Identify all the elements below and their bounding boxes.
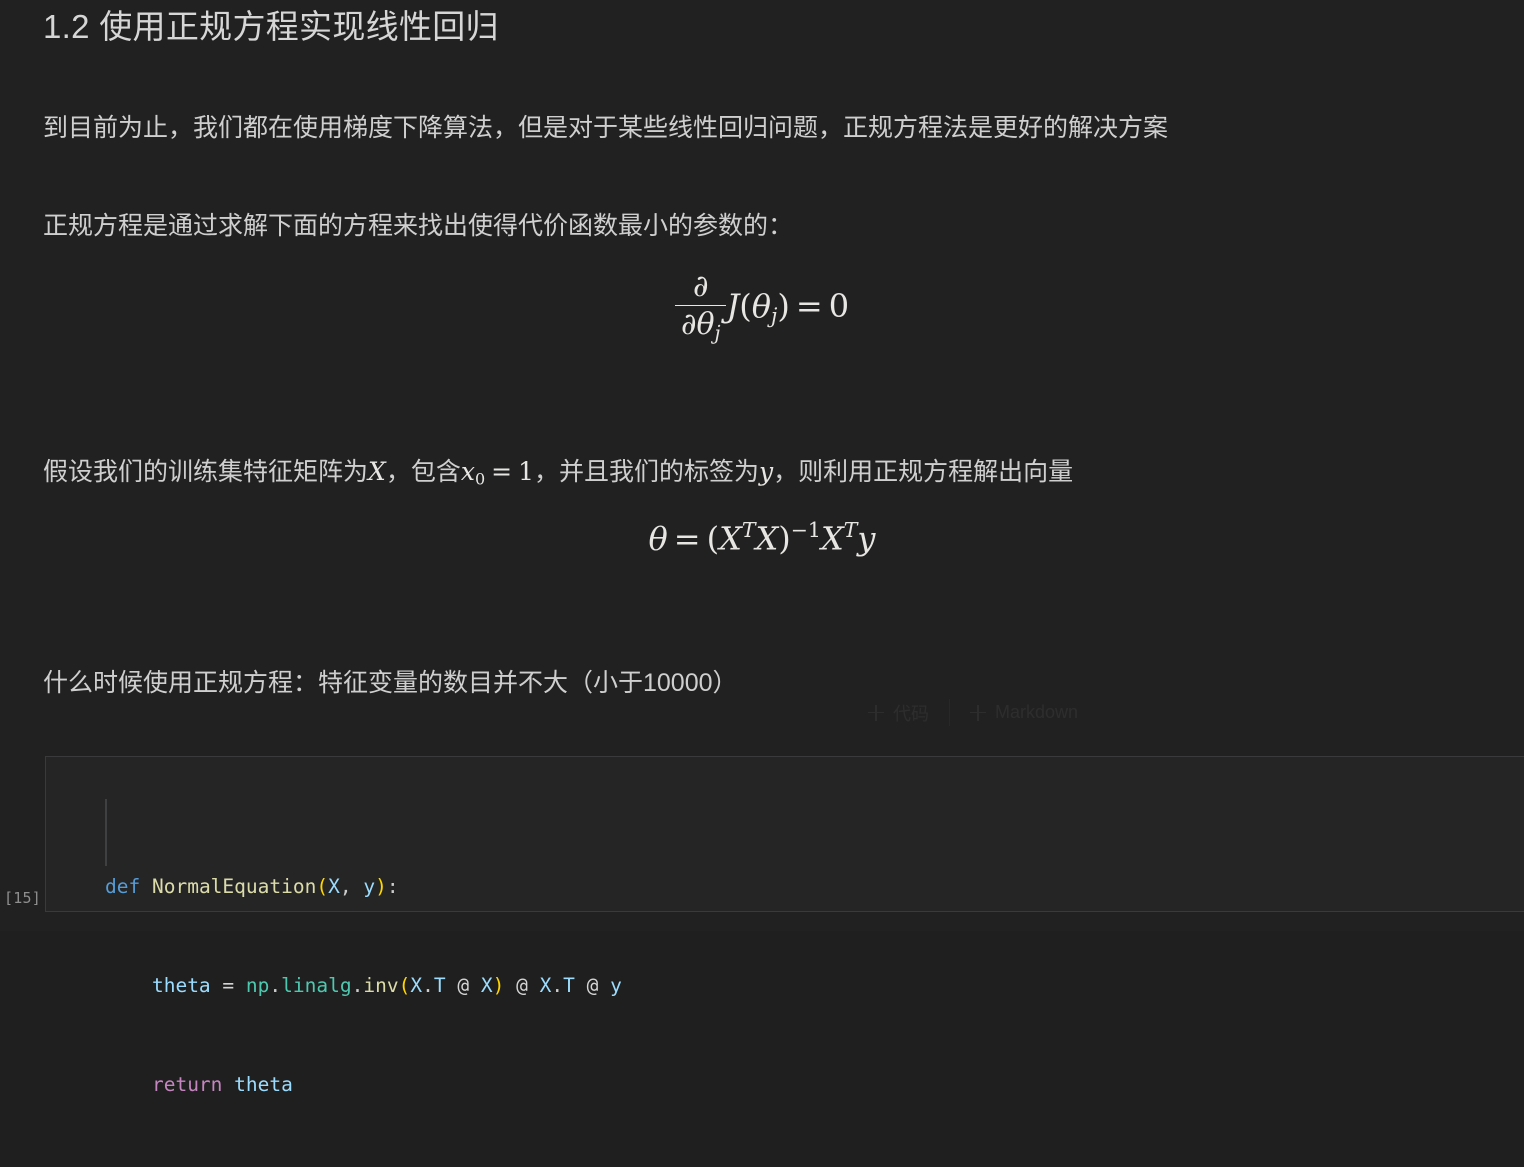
transpose-superscript-second: T — [843, 518, 858, 542]
code-line[interactable]: return theta — [46, 1068, 1524, 1101]
plus-icon — [868, 704, 884, 721]
paragraph-intro: 到目前为止，我们都在使用梯度下降算法，但是对于某些线性回归问题，正规方程法是更好… — [43, 114, 1169, 142]
code-token: X — [410, 974, 423, 997]
code-token: return — [151, 1073, 223, 1096]
add-markdown-cell-button[interactable]: Markdown — [949, 699, 1098, 726]
code-token: ) — [492, 974, 505, 997]
code-token: T — [563, 974, 575, 997]
execution-count-label: [15] — [4, 889, 41, 907]
code-line[interactable]: def NormalEquation(X, y): — [46, 870, 1524, 903]
code-token: X — [480, 974, 493, 997]
code-token: NormalEquation — [151, 875, 317, 898]
open-paren: ( — [739, 286, 752, 325]
text-segment-1: 假设我们的训练集特征矩阵为 — [43, 458, 369, 486]
paragraph-normal-equation-def: 正规方程是通过求解下面的方程来找出使得代价函数最小的参数的： — [43, 212, 794, 240]
notebook-document: 1.2 使用正规方程实现线性回归 到目前为止，我们都在使用梯度下降算法，但是对于… — [0, 0, 1524, 1096]
add-code-cell-label: 代码 — [893, 703, 929, 724]
code-token: y — [363, 875, 376, 898]
add-code-cell-button[interactable]: 代码 — [848, 699, 949, 726]
equation-rhs-zero: 0 — [828, 286, 850, 325]
code-line[interactable]: theta = np.linalg.inv(X.T @ X) @ X.T @ y — [46, 969, 1524, 1002]
code-token: def — [105, 875, 141, 898]
code-token: . — [551, 974, 564, 997]
code-token: ) — [375, 875, 387, 898]
text-segment-4: ，则利用正规方程解出向量 — [773, 458, 1074, 486]
code-token: X — [328, 875, 340, 898]
code-token: . — [351, 974, 364, 997]
theta-symbol: θ — [648, 519, 668, 558]
function-symbol-J: J — [726, 286, 740, 325]
open-paren: ( — [706, 519, 720, 558]
code-token: ( — [316, 875, 329, 898]
inline-math-x0-equals-1: x0 = 1 — [460, 457, 534, 489]
page-title: 1.2 使用正规方程实现线性回归 — [43, 8, 499, 45]
matrix-X-second: X — [755, 519, 779, 558]
inline-math-y: y — [759, 457, 774, 486]
code-token: T — [433, 974, 446, 997]
add-markdown-cell-label: Markdown — [995, 702, 1079, 722]
matrix-X-first: X — [719, 519, 742, 558]
inline-math-X: X — [368, 457, 386, 486]
code-token: . — [422, 974, 434, 997]
code-token: @ — [457, 974, 470, 997]
code-token: linalg — [281, 974, 352, 997]
indent-guide — [105, 799, 107, 866]
code-cell[interactable]: def NormalEquation(X, y): theta = np.lin… — [45, 756, 1524, 1096]
close-paren: ) — [777, 286, 790, 325]
equation-normal-equation: θ = (XTX)−1XTy — [0, 518, 1524, 558]
equation-partial-derivative: ∂ ∂θj J(θ j) = 0 — [0, 269, 1524, 345]
code-token: np — [245, 974, 270, 997]
x-symbol: x — [460, 457, 475, 486]
code-token: ( — [398, 974, 411, 997]
fraction-partial: ∂ ∂θj — [674, 269, 727, 344]
code-token: = — [222, 974, 235, 997]
text-segment-2: ，包含 — [385, 458, 461, 486]
fraction-numerator: ∂ — [692, 269, 709, 304]
inline-equals: = — [491, 457, 513, 486]
vector-y: y — [857, 519, 876, 558]
denominator-subscript: j — [714, 321, 721, 345]
theta-symbol: θ — [751, 286, 772, 325]
code-editor[interactable]: def NormalEquation(X, y): theta = np.lin… — [46, 757, 1524, 1167]
close-paren: ) — [778, 519, 791, 558]
fraction-denominator: ∂θj — [675, 306, 727, 344]
denominator-symbol: ∂θ — [680, 307, 715, 343]
insert-cell-toolbar[interactable]: 代码 Markdown — [848, 699, 1098, 726]
x-subscript: 0 — [474, 469, 486, 489]
equals-sign: = — [673, 519, 701, 558]
code-token: , — [339, 875, 352, 898]
code-token: theta — [151, 974, 211, 997]
plus-icon — [970, 704, 986, 721]
matrix-X-third: X — [820, 519, 844, 558]
code-token: . — [269, 974, 282, 997]
code-token: @ — [586, 974, 599, 997]
code-token: X — [539, 974, 552, 997]
code-token: : — [386, 875, 399, 898]
paragraph-training-set: 假设我们的训练集特征矩阵为X，包含x0 = 1，并且我们的标签为y，则利用正规方程解… — [43, 452, 1073, 499]
text-segment-3: ，并且我们的标签为 — [534, 458, 760, 486]
transpose-superscript-first: T — [741, 518, 756, 542]
code-token: y — [610, 974, 622, 997]
equals-sign: = — [795, 286, 823, 325]
code-token: @ — [516, 974, 528, 997]
paragraph-when-to-use: 什么时候使用正规方程：特征变量的数目并不大（小于10000） — [43, 669, 738, 697]
code-token: inv — [363, 974, 399, 997]
inverse-superscript: −1 — [790, 518, 821, 542]
code-token: theta — [234, 1073, 293, 1096]
inline-value-one: 1 — [518, 457, 534, 486]
